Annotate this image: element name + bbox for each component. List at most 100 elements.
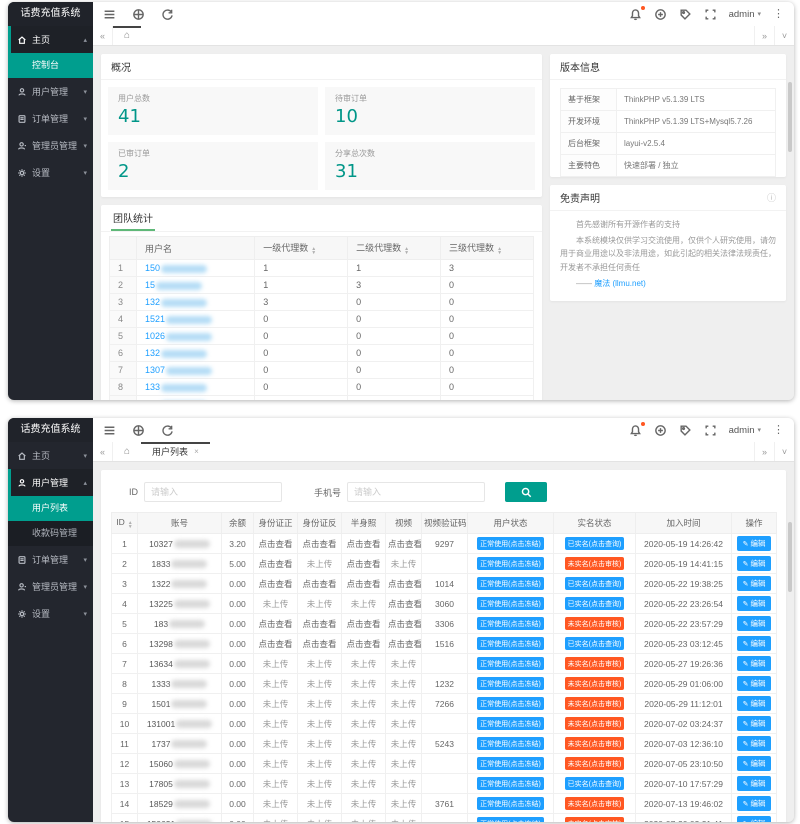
cell-id-back[interactable]: 点击查看 — [298, 614, 342, 634]
username-link[interactable]: 15 — [145, 280, 202, 290]
edit-button[interactable]: ✎编辑 — [737, 676, 772, 691]
cell-id-front[interactable]: 点击查看 — [254, 634, 298, 654]
edit-button[interactable]: ✎编辑 — [737, 736, 772, 751]
sidebar-item-users[interactable]: 用户管理▴ — [8, 469, 93, 496]
sort-icon[interactable]: ▲▼ — [497, 247, 502, 255]
tag-icon[interactable] — [679, 424, 692, 437]
edit-button[interactable]: ✎编辑 — [737, 596, 772, 611]
real-name-badge[interactable]: 已实名(点击查询) — [565, 577, 625, 590]
sidebar-item-admins[interactable]: 管理员管理▾ — [8, 573, 93, 600]
sidebar-item-settings[interactable]: 设置▾ — [8, 600, 93, 627]
info-icon[interactable]: ⓘ — [767, 191, 776, 204]
real-name-badge[interactable]: 未实名(点击审核) — [565, 617, 625, 630]
cell-video[interactable]: 点击查看 — [386, 634, 422, 654]
sidebar-item-users[interactable]: 用户管理▾ — [8, 78, 93, 105]
real-name-badge[interactable]: 未实名(点击审核) — [565, 737, 625, 750]
username-link[interactable]: 132 — [145, 348, 207, 358]
real-name-badge[interactable]: 未实名(点击审核) — [565, 757, 625, 770]
user-status-badge[interactable]: 正常使用(点击冻结) — [477, 717, 544, 730]
real-name-badge[interactable]: 已实名(点击查询) — [565, 777, 625, 790]
cell-video[interactable]: 点击查看 — [386, 594, 422, 614]
phone-search-input[interactable] — [347, 482, 485, 502]
user-status-badge[interactable]: 正常使用(点击冻结) — [477, 597, 544, 610]
cell-video[interactable]: 点击查看 — [386, 614, 422, 634]
tab-menu-button[interactable]: ˅ — [774, 26, 794, 45]
fullscreen-icon[interactable] — [704, 8, 717, 21]
user-status-badge[interactable]: 正常使用(点击冻结) — [477, 737, 544, 750]
clean-cache-icon[interactable] — [654, 424, 667, 437]
user-status-badge[interactable]: 正常使用(点击冻结) — [477, 537, 544, 550]
tab-collapse-button[interactable]: « — [93, 26, 113, 45]
column-header-0[interactable]: ID▲▼ — [112, 513, 138, 534]
tab-home[interactable]: ⌂ — [113, 442, 141, 461]
cell-id-front[interactable]: 点击查看 — [254, 534, 298, 554]
real-name-badge[interactable]: 未实名(点击审核) — [565, 557, 625, 570]
edit-button[interactable]: ✎编辑 — [737, 536, 772, 551]
user-status-badge[interactable]: 正常使用(点击冻结) — [477, 757, 544, 770]
sidebar-item-admins[interactable]: 管理员管理▾ — [8, 132, 93, 159]
edit-button[interactable]: ✎编辑 — [737, 816, 772, 822]
sidebar-subitem[interactable]: 用户列表 — [8, 496, 93, 521]
scrollbar[interactable] — [788, 82, 792, 152]
user-status-badge[interactable]: 正常使用(点击冻结) — [477, 797, 544, 810]
tab-home[interactable]: ⌂ — [113, 26, 141, 45]
edit-button[interactable]: ✎编辑 — [737, 756, 772, 771]
admin-dropdown[interactable]: admin▾ — [729, 9, 761, 20]
sidebar-item-home[interactable]: 主页▴ — [8, 26, 93, 53]
edit-button[interactable]: ✎编辑 — [737, 636, 772, 651]
layout-icon[interactable] — [132, 424, 145, 437]
user-status-badge[interactable]: 正常使用(点击冻结) — [477, 577, 544, 590]
real-name-badge[interactable]: 未实名(点击审核) — [565, 797, 625, 810]
search-button[interactable] — [505, 482, 547, 502]
edit-button[interactable]: ✎编辑 — [737, 556, 772, 571]
layout-icon[interactable] — [132, 8, 145, 21]
fullscreen-icon[interactable] — [704, 424, 717, 437]
cell-half-photo[interactable]: 点击查看 — [342, 634, 386, 654]
edit-button[interactable]: ✎编辑 — [737, 796, 772, 811]
username-link[interactable]: 150 — [145, 263, 207, 273]
cell-id-front[interactable]: 点击查看 — [254, 554, 298, 574]
tab-menu-button[interactable]: ˅ — [774, 442, 794, 461]
cell-video[interactable]: 点击查看 — [386, 534, 422, 554]
real-name-badge[interactable]: 已实名(点击查询) — [565, 537, 625, 550]
refresh-icon[interactable] — [161, 424, 174, 437]
clean-cache-icon[interactable] — [654, 8, 667, 21]
menu-fold-icon[interactable] — [103, 8, 116, 21]
sidebar-item-orders[interactable]: 订单管理▾ — [8, 546, 93, 573]
column-header-3[interactable]: 三级代理数▲▼ — [441, 237, 534, 260]
user-status-badge[interactable]: 正常使用(点击冻结) — [477, 637, 544, 650]
cell-half-photo[interactable]: 点击查看 — [342, 614, 386, 634]
edit-button[interactable]: ✎编辑 — [737, 576, 772, 591]
sort-icon[interactable]: ▲▼ — [311, 247, 316, 255]
cell-id-front[interactable]: 点击查看 — [254, 574, 298, 594]
column-header-2[interactable]: 二级代理数▲▼ — [348, 237, 441, 260]
real-name-badge[interactable]: 已实名(点击查询) — [565, 597, 625, 610]
cell-half-photo[interactable]: 点击查看 — [342, 554, 386, 574]
cell-half-photo[interactable]: 点击查看 — [342, 534, 386, 554]
admin-dropdown[interactable]: admin▾ — [729, 425, 761, 436]
sidebar-item-settings[interactable]: 设置▾ — [8, 159, 93, 186]
cell-id-back[interactable]: 点击查看 — [298, 574, 342, 594]
username-link[interactable]: 1521 — [145, 314, 212, 324]
id-search-input[interactable] — [144, 482, 282, 502]
user-status-badge[interactable]: 正常使用(点击冻结) — [477, 697, 544, 710]
username-link[interactable]: 1307 — [145, 365, 212, 375]
user-status-badge[interactable]: 正常使用(点击冻结) — [477, 817, 544, 822]
tab-overflow-button[interactable]: » — [754, 442, 774, 461]
tab-overflow-button[interactable]: » — [754, 26, 774, 45]
user-status-badge[interactable]: 正常使用(点击冻结) — [477, 657, 544, 670]
edit-button[interactable]: ✎编辑 — [737, 656, 772, 671]
tab-user-list[interactable]: 用户列表 × — [141, 442, 210, 461]
real-name-badge[interactable]: 未实名(点击审核) — [565, 657, 625, 670]
sort-icon[interactable]: ▲▼ — [128, 521, 133, 529]
sidebar-subitem[interactable]: 收款码管理 — [8, 521, 93, 546]
edit-button[interactable]: ✎编辑 — [737, 716, 772, 731]
user-status-badge[interactable]: 正常使用(点击冻结) — [477, 617, 544, 630]
more-vertical-icon[interactable]: ⋮ — [773, 9, 784, 20]
real-name-badge[interactable]: 未实名(点击审核) — [565, 717, 625, 730]
edit-button[interactable]: ✎编辑 — [737, 696, 772, 711]
menu-fold-icon[interactable] — [103, 424, 116, 437]
username-link[interactable]: 132 — [145, 297, 207, 307]
scrollbar[interactable] — [788, 522, 792, 592]
tab-collapse-button[interactable]: « — [93, 442, 113, 461]
